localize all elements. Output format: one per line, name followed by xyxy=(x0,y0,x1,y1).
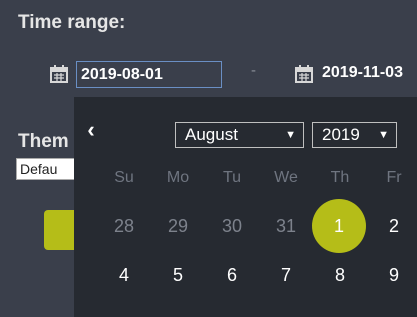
calendar-icon xyxy=(50,65,68,83)
calendar-day[interactable]: 2 xyxy=(377,209,411,243)
weekday-header: We xyxy=(274,169,298,186)
calendar-day[interactable]: 6 xyxy=(215,258,249,292)
weekday-header: Fr xyxy=(386,169,402,186)
end-date-input[interactable]: 2019-11-03 xyxy=(322,64,403,82)
chevron-left-icon[interactable]: ‹ xyxy=(82,117,100,142)
chevron-down-icon: ▼ xyxy=(378,129,389,141)
weekday-header: Mo xyxy=(166,169,190,186)
weekday-header: Th xyxy=(330,169,350,186)
start-date-input[interactable] xyxy=(76,61,222,88)
theme-label: Them xyxy=(18,131,69,152)
calendar-day[interactable]: 8 xyxy=(323,258,357,292)
calendar-day[interactable]: 5 xyxy=(161,258,195,292)
calendar-day[interactable]: 29 xyxy=(161,209,195,243)
time-range-title: Time range: xyxy=(18,12,126,33)
calendar-day[interactable]: 7 xyxy=(269,258,303,292)
year-select[interactable]: 2019 ▼ xyxy=(312,122,397,148)
calendar-day[interactable]: 4 xyxy=(107,258,141,292)
calendar-day[interactable]: 9 xyxy=(377,258,411,292)
calendar-icon xyxy=(295,65,313,83)
datepicker-popup: ‹ August ▼ 2019 ▼ Su Mo Tu We Th Fr 28 2… xyxy=(74,97,417,317)
month-select[interactable]: August ▼ xyxy=(175,122,304,148)
month-select-value: August xyxy=(185,125,238,144)
weekday-header: Tu xyxy=(222,169,242,186)
calendar-day[interactable]: 31 xyxy=(269,209,303,243)
range-separator: - xyxy=(251,62,256,79)
year-select-value: 2019 xyxy=(322,125,360,144)
calendar-day[interactable]: 30 xyxy=(215,209,249,243)
weekday-header: Su xyxy=(114,169,134,186)
chevron-down-icon: ▼ xyxy=(285,129,296,141)
calendar-day-selected[interactable]: 1 xyxy=(322,209,356,243)
calendar-day[interactable]: 28 xyxy=(107,209,141,243)
